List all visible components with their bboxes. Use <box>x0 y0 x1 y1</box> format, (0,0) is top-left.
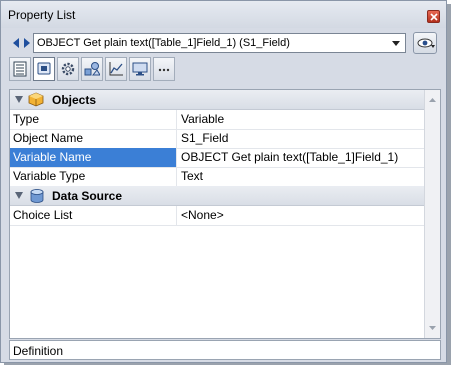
scroll-up-icon[interactable] <box>428 96 437 104</box>
close-icon <box>430 13 438 21</box>
property-row-variable-type[interactable]: Variable Type Text <box>10 167 425 187</box>
property-row-type[interactable]: Type Variable <box>10 110 425 130</box>
monitor-icon <box>132 62 148 76</box>
property-grid: Objects Type Variable Object Name S1_Fie… <box>9 89 441 339</box>
tool-settings[interactable] <box>57 57 79 81</box>
tool-object[interactable] <box>33 57 55 81</box>
window-shadow-right <box>447 4 451 365</box>
property-value[interactable]: <None> <box>178 206 425 225</box>
section-data-source[interactable]: Data Source <box>10 186 425 206</box>
tool-chart[interactable] <box>105 57 127 81</box>
property-value[interactable]: S1_Field <box>178 129 425 148</box>
more-icon <box>158 68 170 72</box>
property-row-object-name[interactable]: Object Name S1_Field <box>10 129 425 149</box>
previous-arrow-icon[interactable] <box>13 38 19 48</box>
definition-label: Definition <box>13 344 64 358</box>
chevron-down-icon[interactable] <box>389 36 403 50</box>
property-name: Object Name <box>10 129 177 148</box>
nav-arrows <box>13 38 30 48</box>
property-row-choice-list[interactable]: Choice List <None> <box>10 206 425 226</box>
property-name: Variable Type <box>10 167 177 186</box>
property-value[interactable]: OBJECT Get plain text([Table_1]Field_1) <box>178 148 425 167</box>
property-name: Type <box>10 110 177 129</box>
property-value[interactable]: Variable <box>178 110 425 129</box>
collapse-triangle-icon[interactable] <box>14 191 24 200</box>
tool-more[interactable] <box>153 57 175 81</box>
property-name: Choice List <box>10 206 177 225</box>
tool-display[interactable] <box>129 57 151 81</box>
object-icon <box>37 62 51 75</box>
eye-icon <box>417 38 435 48</box>
list-icon <box>13 61 27 77</box>
collapse-triangle-icon[interactable] <box>14 95 24 104</box>
object-selector[interactable]: OBJECT Get plain text([Table_1]Field_1) … <box>33 33 406 53</box>
vertical-scrollbar[interactable] <box>424 90 440 338</box>
gear-icon <box>61 62 75 76</box>
view-options-button[interactable] <box>413 32 437 54</box>
tool-shapes[interactable] <box>81 57 103 81</box>
window-title: Property List <box>8 8 76 22</box>
chart-icon <box>109 62 123 76</box>
section-data-source-label: Data Source <box>52 189 123 203</box>
definition-panel: Definition <box>9 340 441 360</box>
section-objects-label: Objects <box>52 93 97 107</box>
scroll-down-icon[interactable] <box>428 324 437 332</box>
property-list-window: Property List OBJECT Get plain text([Tab… <box>0 0 447 363</box>
property-toolbar <box>9 57 439 83</box>
property-name: Variable Name <box>10 148 177 167</box>
object-selector-value: OBJECT Get plain text([Table_1]Field_1) … <box>37 37 290 49</box>
database-icon <box>30 189 44 203</box>
shapes-icon <box>84 62 100 76</box>
property-row-variable-name[interactable]: Variable Name OBJECT Get plain text([Tab… <box>10 148 425 168</box>
title-bar[interactable]: Property List <box>1 1 446 28</box>
close-button[interactable] <box>427 10 440 23</box>
cube-icon <box>28 92 44 107</box>
tool-list[interactable] <box>9 57 31 81</box>
next-arrow-icon[interactable] <box>24 38 30 48</box>
section-objects[interactable]: Objects <box>10 90 425 110</box>
property-value[interactable]: Text <box>178 167 425 186</box>
